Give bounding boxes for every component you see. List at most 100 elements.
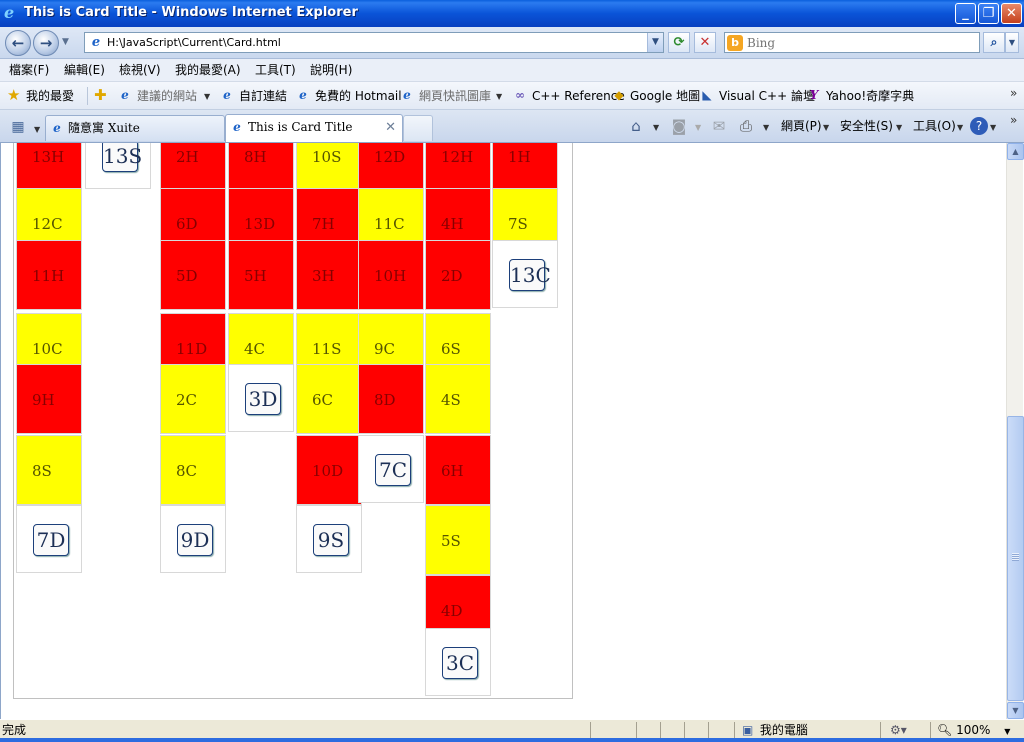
tab-list-dropdown-icon[interactable]: ▼: [34, 122, 40, 137]
chevron-down-icon[interactable]: ▼: [496, 89, 502, 104]
card-13s[interactable]: 13S: [85, 143, 151, 189]
card-9s[interactable]: 9S: [296, 505, 362, 573]
favorites-button[interactable]: 我的最愛: [26, 89, 74, 104]
card-label: 8D: [374, 391, 396, 409]
card-4s[interactable]: 4S: [425, 364, 491, 434]
chevron-down-icon[interactable]: ▼: [957, 120, 963, 135]
card-8h[interactable]: 8H: [228, 143, 294, 191]
card-12d[interactable]: 12D: [358, 143, 424, 191]
tools-menu[interactable]: 工具(O): [913, 119, 956, 134]
card-11h[interactable]: 11H: [16, 240, 82, 310]
add-favorites-icon[interactable]: ✚: [94, 87, 107, 104]
menu-tools[interactable]: 工具(T): [255, 63, 296, 78]
card-label: 7D: [33, 524, 69, 556]
scroll-down-button[interactable]: ▼: [1007, 702, 1024, 719]
maximize-button[interactable]: ❐: [978, 3, 999, 24]
chevron-down-icon[interactable]: ▼: [653, 120, 659, 135]
favorites-bar: ★ 我的最愛 ✚ e 建議的網站 ▼ e 自訂連結 e 免費的 Hotmail …: [0, 82, 1024, 110]
card-10s[interactable]: 10S: [296, 143, 362, 191]
chevron-down-icon[interactable]: ▼: [896, 120, 902, 135]
card-2h[interactable]: 2H: [160, 143, 226, 191]
card-5h[interactable]: 5H: [228, 240, 294, 310]
card-9d[interactable]: 9D: [160, 505, 226, 573]
card-8s[interactable]: 8S: [16, 435, 82, 505]
card-label: 3D: [245, 383, 281, 415]
card-5d[interactable]: 5D: [160, 240, 226, 310]
page-menu[interactable]: 網頁(P): [781, 119, 822, 134]
card-7c[interactable]: 7C: [358, 435, 424, 503]
fav-custom-links[interactable]: 自訂連結: [239, 89, 287, 104]
close-tab-icon[interactable]: ✕: [385, 115, 396, 141]
card-3d[interactable]: 3D: [228, 364, 294, 432]
chevron-down-icon[interactable]: ▼: [204, 89, 210, 104]
card-13c[interactable]: 13C: [492, 240, 558, 308]
card-9h[interactable]: 9H: [16, 364, 82, 434]
chevron-right-icon[interactable]: »: [1010, 86, 1017, 100]
card-label: 6H: [441, 462, 464, 480]
fav-google-maps[interactable]: Google 地圖: [630, 89, 700, 104]
card-1h[interactable]: 1H: [492, 143, 558, 191]
card-2d[interactable]: 2D: [425, 240, 491, 310]
tab-card-title[interactable]: e This is Card Title ✕: [225, 114, 403, 142]
safety-menu[interactable]: 安全性(S): [840, 119, 893, 134]
menu-edit[interactable]: 編輯(E): [64, 63, 105, 78]
scroll-up-button[interactable]: ▲: [1007, 143, 1024, 160]
card-label: 3H: [312, 267, 335, 285]
scroll-thumb[interactable]: [1007, 416, 1024, 701]
card-3c[interactable]: 3C: [425, 628, 491, 696]
card-13h[interactable]: 13H: [16, 143, 82, 191]
card-10d[interactable]: 10D: [296, 435, 362, 505]
fav-cpp-reference[interactable]: C++ Reference: [532, 89, 625, 104]
menu-help[interactable]: 說明(H): [310, 63, 352, 78]
protected-mode-icon[interactable]: ⚙▾: [890, 722, 907, 739]
address-field[interactable]: e H:\JavaScript\Current\Card.html ▼: [84, 32, 664, 53]
menu-favorites[interactable]: 我的最愛(A): [175, 63, 241, 78]
card-8c[interactable]: 8C: [160, 435, 226, 505]
chevron-down-icon[interactable]: ▼: [763, 120, 769, 135]
favorites-star-icon[interactable]: ★: [7, 87, 20, 104]
quick-tabs-icon[interactable]: ▦: [7, 117, 29, 137]
address-dropdown-icon[interactable]: ▼: [647, 33, 663, 52]
chevron-down-icon[interactable]: ▼: [823, 120, 829, 135]
back-button[interactable]: ←: [5, 30, 31, 56]
card-6h[interactable]: 6H: [425, 435, 491, 505]
card-3h[interactable]: 3H: [296, 240, 362, 310]
card-2c[interactable]: 2C: [160, 364, 226, 434]
feeds-icon[interactable]: ◙: [670, 117, 688, 135]
minimize-button[interactable]: _: [955, 3, 976, 24]
card-label: 13H: [32, 148, 65, 166]
card-6c[interactable]: 6C: [296, 364, 362, 434]
card-10h[interactable]: 10H: [358, 240, 424, 310]
print-icon[interactable]: ⎙: [737, 117, 755, 135]
help-icon[interactable]: ?: [970, 117, 988, 135]
url-text[interactable]: H:\JavaScript\Current\Card.html: [107, 36, 281, 50]
search-button[interactable]: ⌕: [983, 32, 1005, 53]
menu-file[interactable]: 檔案(F): [9, 63, 49, 78]
fav-visual-cpp-forum[interactable]: Visual C++ 論壇: [719, 89, 815, 104]
mail-icon[interactable]: ✉: [710, 117, 728, 135]
search-input[interactable]: [747, 35, 967, 51]
refresh-button[interactable]: ⟳: [668, 32, 690, 53]
card-12h[interactable]: 12H: [425, 143, 491, 191]
stop-button[interactable]: ✕: [694, 32, 716, 53]
security-zone[interactable]: ▣ 我的電腦: [742, 722, 808, 739]
fav-suggested-sites[interactable]: 建議的網站: [137, 89, 197, 104]
card-5s[interactable]: 5S: [425, 505, 491, 575]
home-icon[interactable]: ⌂: [627, 117, 645, 135]
new-tab-button[interactable]: [403, 115, 433, 141]
chevron-right-icon[interactable]: »: [1010, 113, 1017, 127]
card-8d[interactable]: 8D: [358, 364, 424, 434]
vertical-scrollbar[interactable]: ▲ ▼: [1006, 143, 1024, 719]
close-button[interactable]: ✕: [1001, 3, 1022, 24]
history-dropdown-icon[interactable]: ▼: [62, 37, 72, 47]
chevron-down-icon[interactable]: ▼: [990, 120, 996, 135]
fav-hotmail[interactable]: 免費的 Hotmail: [315, 89, 402, 104]
fav-yahoo-dictionary[interactable]: Yahoo!奇摩字典: [826, 89, 914, 104]
menu-view[interactable]: 檢視(V): [119, 63, 161, 78]
forward-button[interactable]: →: [33, 30, 59, 56]
card-7d[interactable]: 7D: [16, 505, 82, 573]
search-options-dropdown-icon[interactable]: ▼: [1005, 32, 1019, 53]
search-field[interactable]: b: [724, 32, 980, 53]
tab-xuite[interactable]: e 隨意寓 Xuite: [45, 115, 225, 141]
fav-web-slice-gallery[interactable]: 網頁快訊圖庫: [419, 89, 491, 104]
